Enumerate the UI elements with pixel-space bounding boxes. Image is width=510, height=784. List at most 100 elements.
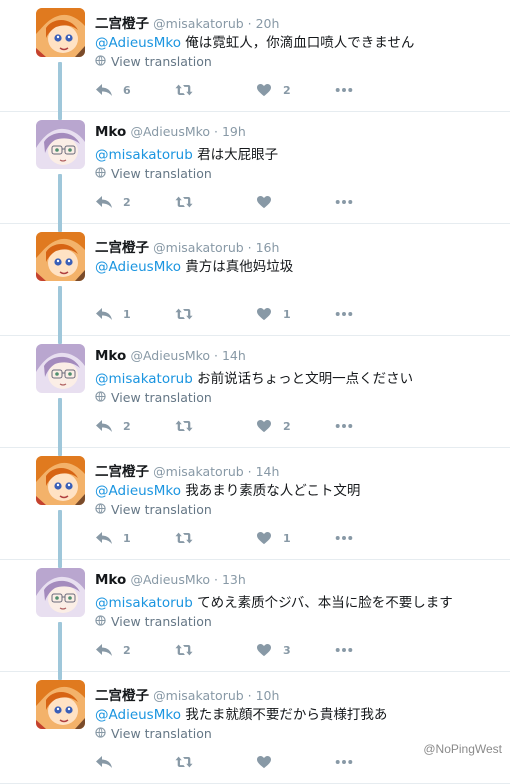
mention-link[interactable]: @AdieusMko [95, 707, 181, 723]
like-button[interactable] [255, 195, 283, 209]
mention-link[interactable]: @AdieusMko [95, 483, 181, 499]
globe-icon [95, 166, 106, 181]
mention-link[interactable]: @misakatorub [95, 595, 193, 611]
reply-icon [95, 83, 113, 97]
tweet[interactable]: 二宫橙子 @misakatorub · 20h @AdieusMko 俺は霓虹人，… [0, 0, 510, 120]
mention-link[interactable]: @misakatorub [95, 371, 193, 387]
timestamp[interactable]: 14h [256, 464, 280, 479]
user-handle[interactable]: @AdieusMko [130, 348, 210, 363]
retweet-button[interactable] [175, 643, 203, 657]
retweet-button[interactable] [175, 195, 203, 209]
like-button[interactable]: 2 [255, 83, 291, 97]
mention-link[interactable]: @AdieusMko [95, 35, 181, 51]
like-button[interactable]: 1 [255, 531, 291, 545]
view-translation-link[interactable]: View translation [95, 166, 212, 181]
tweet[interactable]: Mko @AdieusMko · 19h @misakatorub 君は大屁眼子 V… [0, 112, 510, 232]
reply-icon [95, 643, 113, 657]
display-name[interactable]: Mko [95, 124, 126, 140]
tweet[interactable]: 二宫橙子 @misakatorub · 16h @AdieusMko 貴方は真他妈… [0, 224, 510, 344]
reply-button[interactable]: 6 [95, 83, 131, 97]
retweet-icon [175, 195, 193, 209]
view-translation-link[interactable]: View translation [95, 390, 212, 405]
tweet-actions: 22 [95, 419, 365, 437]
view-translation-link[interactable]: View translation [95, 614, 212, 629]
reply-button[interactable]: 1 [95, 307, 131, 321]
like-button[interactable]: 3 [255, 643, 291, 657]
display-name[interactable]: 二宫橙子 [95, 16, 149, 32]
reply-button[interactable]: 1 [95, 531, 131, 545]
user-handle[interactable]: @misakatorub [153, 688, 244, 703]
reply-button[interactable]: 2 [95, 195, 131, 209]
avatar[interactable] [36, 232, 85, 281]
reply-icon [95, 419, 113, 433]
user-handle[interactable]: @AdieusMko [130, 572, 210, 587]
mention-link[interactable]: @misakatorub [95, 147, 193, 163]
avatar[interactable] [36, 568, 85, 617]
more-button[interactable] [335, 195, 353, 209]
reply-count: 1 [123, 307, 131, 321]
user-handle[interactable]: @AdieusMko [130, 124, 210, 139]
more-button[interactable] [335, 531, 353, 545]
more-button[interactable] [335, 307, 353, 321]
retweet-icon [175, 643, 193, 657]
user-handle[interactable]: @misakatorub [153, 464, 244, 479]
tweet[interactable]: 二宫橙子 @misakatorub · 10h @AdieusMko 我たま就顔不… [0, 672, 510, 784]
tweet[interactable]: Mko @AdieusMko · 13h @misakatorub てめえ素质个ジ… [0, 560, 510, 680]
tweet-text: @AdieusMko 俺は霓虹人，你滴血口喷人できません [95, 31, 414, 51]
retweet-button[interactable] [175, 419, 203, 433]
retweet-icon [175, 307, 193, 321]
display-name[interactable]: 二宫橙子 [95, 240, 149, 256]
like-button[interactable] [255, 755, 283, 769]
like-button[interactable]: 1 [255, 307, 291, 321]
display-name[interactable]: Mko [95, 572, 126, 588]
display-name[interactable]: 二宫橙子 [95, 464, 149, 480]
more-icon [335, 755, 353, 769]
reply-button[interactable]: 2 [95, 643, 131, 657]
reply-icon [95, 531, 113, 545]
retweet-button[interactable] [175, 83, 203, 97]
watermark: @NoPingWest [423, 742, 502, 756]
tweet-text: @misakatorub 君は大屁眼子 [95, 143, 278, 163]
avatar[interactable] [36, 120, 85, 169]
like-count: 2 [283, 83, 291, 97]
more-icon [335, 419, 353, 433]
tweet[interactable]: 二宫橙子 @misakatorub · 14h @AdieusMko 我あまり素质… [0, 448, 510, 568]
timestamp[interactable]: 16h [256, 240, 280, 255]
display-name[interactable]: Mko [95, 348, 126, 364]
like-button[interactable]: 2 [255, 419, 291, 433]
tweet[interactable]: Mko @AdieusMko · 14h @misakatorub お前说话ちょっ… [0, 336, 510, 456]
user-handle[interactable]: @misakatorub [153, 16, 244, 31]
user-handle[interactable]: @misakatorub [153, 240, 244, 255]
more-button[interactable] [335, 419, 353, 433]
mention-link[interactable]: @AdieusMko [95, 259, 181, 275]
avatar[interactable] [36, 456, 85, 505]
separator-dot: · [243, 688, 256, 703]
avatar[interactable] [36, 344, 85, 393]
retweet-button[interactable] [175, 755, 203, 769]
retweet-button[interactable] [175, 307, 203, 321]
timestamp[interactable]: 20h [256, 16, 280, 31]
retweet-button[interactable] [175, 531, 203, 545]
reply-button[interactable]: 2 [95, 419, 131, 433]
tweet-header: Mko @AdieusMko · 14h [95, 348, 246, 364]
avatar[interactable] [36, 8, 85, 57]
avatar[interactable] [36, 680, 85, 729]
retweet-icon [175, 419, 193, 433]
heart-icon [255, 419, 273, 433]
reply-button[interactable] [95, 755, 123, 769]
globe-icon [95, 390, 106, 405]
view-translation-link[interactable]: View translation [95, 54, 212, 69]
more-button[interactable] [335, 83, 353, 97]
tweet-text: @misakatorub お前说话ちょっと文明一点ください [95, 367, 413, 387]
more-icon [335, 83, 353, 97]
more-button[interactable] [335, 755, 353, 769]
tweet-actions: 62 [95, 83, 365, 101]
timestamp[interactable]: 19h [222, 124, 246, 139]
view-translation-link[interactable]: View translation [95, 502, 212, 517]
view-translation-link[interactable]: View translation [95, 726, 212, 741]
more-button[interactable] [335, 643, 353, 657]
display-name[interactable]: 二宫橙子 [95, 688, 149, 704]
timestamp[interactable]: 14h [222, 348, 246, 363]
timestamp[interactable]: 13h [222, 572, 246, 587]
timestamp[interactable]: 10h [256, 688, 280, 703]
